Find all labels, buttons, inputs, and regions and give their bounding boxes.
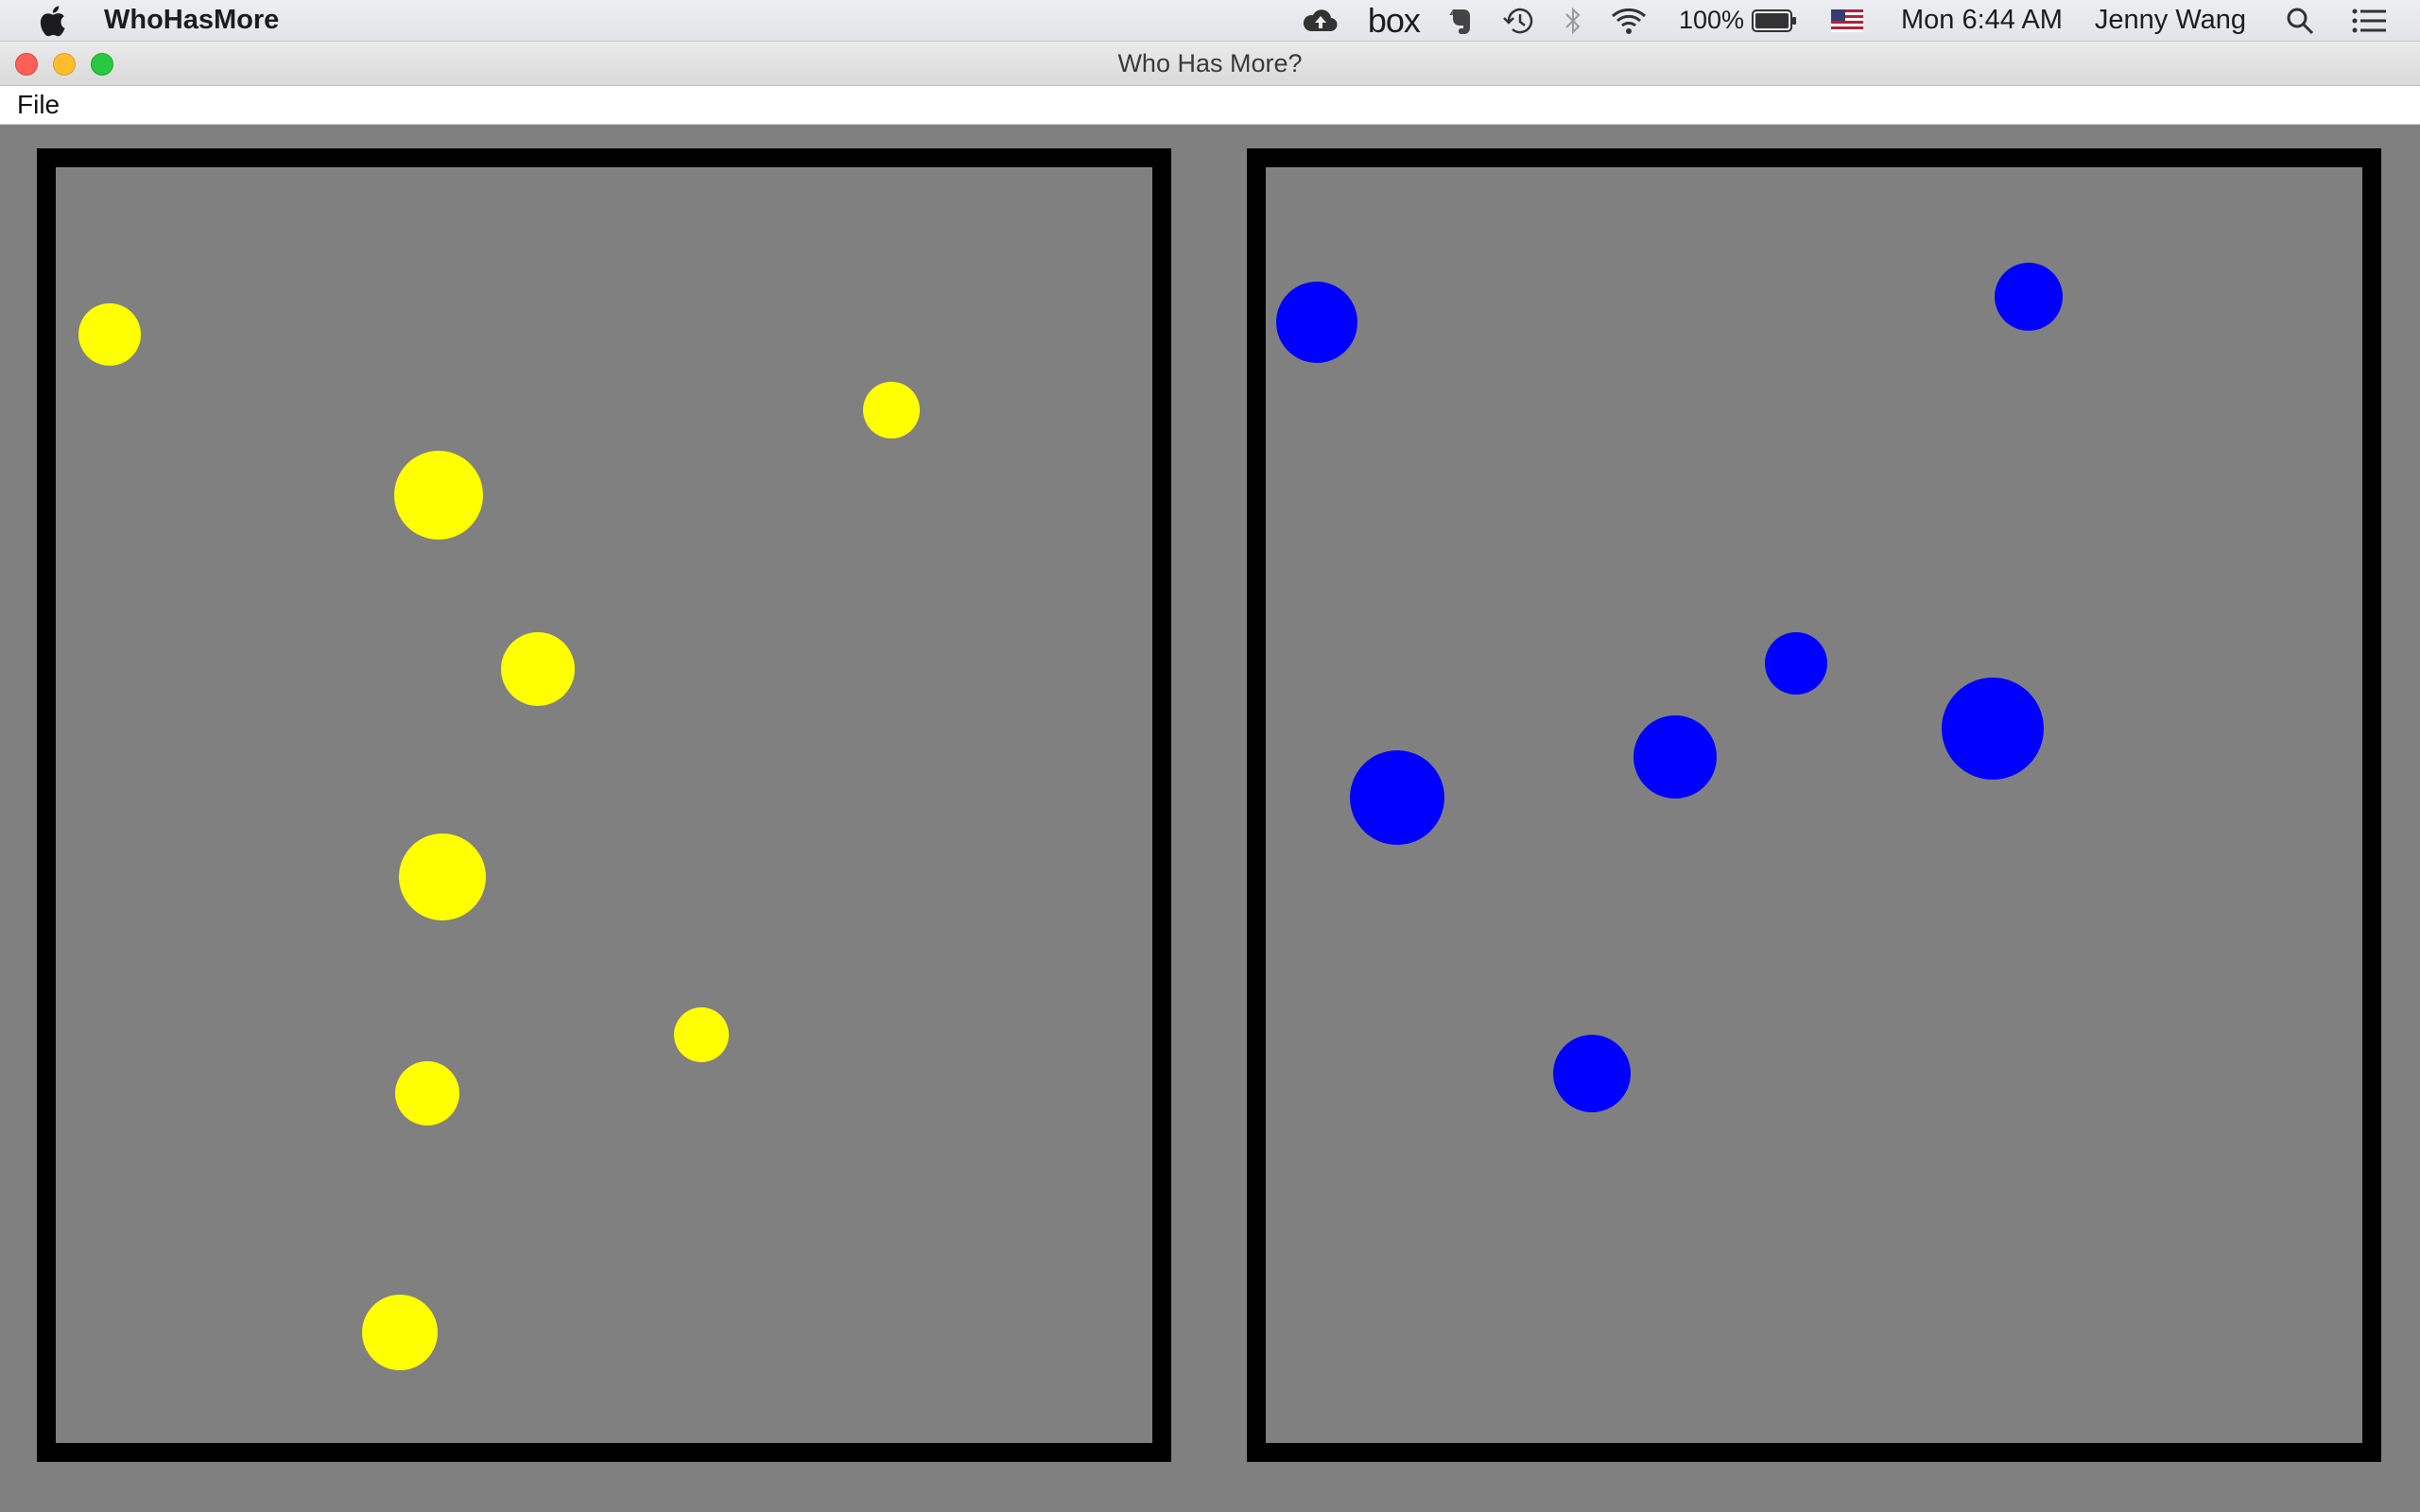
blue-dot: [1350, 750, 1444, 845]
system-menu-bar: WhoHasMore box 100% Mon 6:44 AM Jenny Wa…: [0, 0, 2420, 42]
menu-clock[interactable]: Mon 6:44 AM: [1901, 5, 2063, 36]
yellow-dot: [362, 1295, 438, 1370]
blue-dot: [1765, 632, 1827, 695]
battery-icon[interactable]: [1752, 9, 1797, 33]
left-dot-panel[interactable]: [37, 148, 1171, 1462]
blue-dot: [1942, 678, 2044, 780]
wifi-icon[interactable]: [1611, 7, 1647, 35]
left-dot-canvas[interactable]: [56, 167, 1152, 1443]
right-dot-canvas[interactable]: [1266, 167, 2362, 1443]
notification-center-icon[interactable]: [2352, 9, 2386, 33]
yellow-dot: [501, 632, 575, 706]
yellow-dot: [863, 382, 920, 438]
app-name-menu[interactable]: WhoHasMore: [104, 5, 279, 36]
window-title: Who Has More?: [1117, 49, 1303, 77]
file-menu[interactable]: File: [17, 86, 60, 124]
window-title-bar[interactable]: Who Has More?: [0, 42, 2420, 86]
right-dot-panel[interactable]: [1247, 148, 2381, 1462]
bluetooth-icon[interactable]: [1564, 6, 1582, 36]
blue-dot: [1995, 263, 2063, 331]
evernote-icon[interactable]: [1448, 6, 1473, 36]
yellow-dot: [78, 303, 141, 366]
fast-user-switch[interactable]: Jenny Wang: [2095, 5, 2246, 36]
box-logo[interactable]: box: [1368, 1, 1421, 41]
us-flag-icon[interactable]: [1831, 9, 1863, 32]
status-area: box 100% Mon 6:44 AM Jenny Wang: [1273, 0, 2420, 42]
blue-dot: [1553, 1035, 1631, 1112]
yellow-dot: [674, 1007, 729, 1062]
blue-dot: [1276, 282, 1357, 363]
time-machine-icon[interactable]: [1501, 6, 1535, 36]
yellow-dot: [395, 1061, 459, 1125]
blue-dot: [1634, 715, 1717, 799]
apple-menu-icon[interactable]: [36, 5, 68, 37]
spotlight-search-icon[interactable]: [2286, 7, 2314, 35]
cloud-upload-icon[interactable]: [1302, 7, 1340, 35]
app-menu-bar: File: [0, 86, 2420, 125]
yellow-dot: [394, 451, 483, 540]
battery-percent: 100%: [1678, 6, 1744, 34]
yellow-dot: [399, 833, 486, 920]
